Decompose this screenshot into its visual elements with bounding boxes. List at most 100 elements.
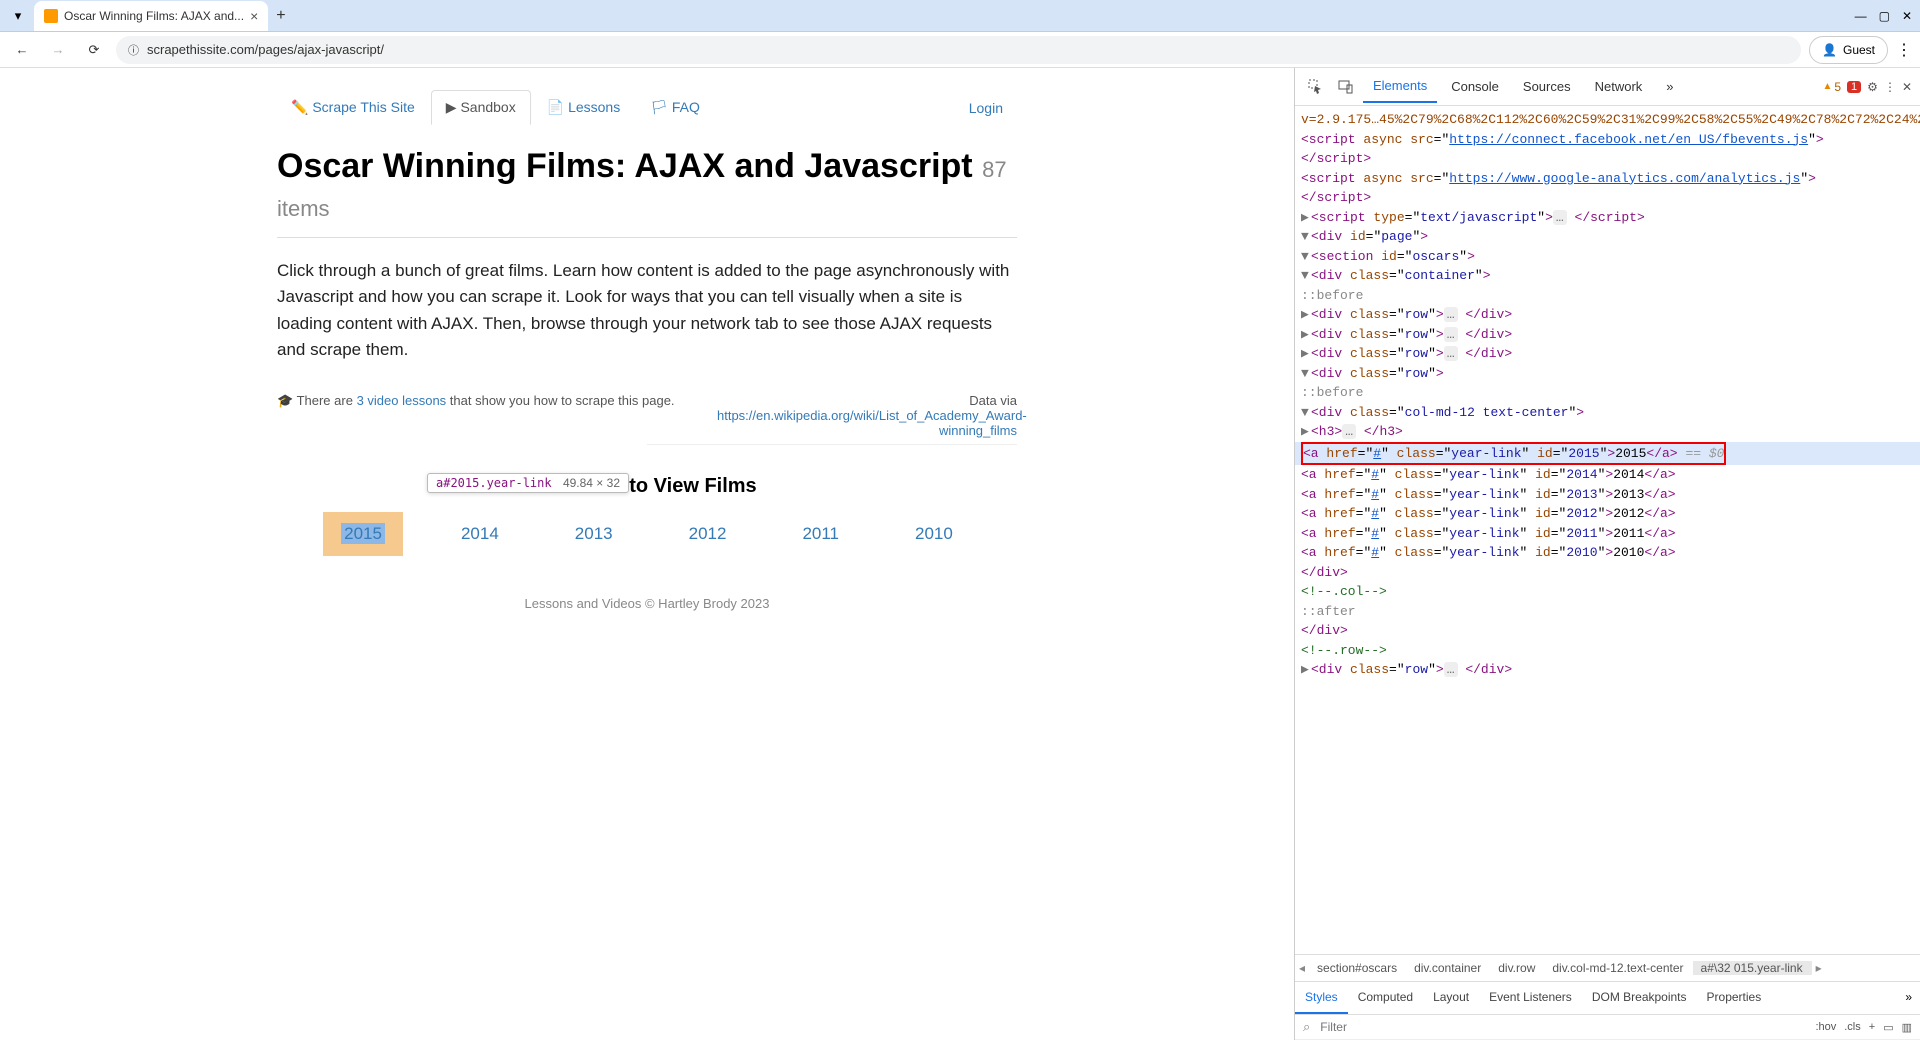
dom-line[interactable]: ▼<div class="container">	[1295, 266, 1920, 286]
styles-tab-styles[interactable]: Styles	[1295, 982, 1348, 1014]
dom-line[interactable]: <a href="#" class="year-link" id="2013">…	[1295, 485, 1920, 505]
styles-tab-event-listeners[interactable]: Event Listeners	[1479, 982, 1582, 1014]
dom-line[interactable]: <a href="#" class="year-link" id="2011">…	[1295, 524, 1920, 544]
new-tab-icon[interactable]: +	[276, 7, 285, 25]
computed-styles-icon[interactable]: ▭	[1883, 1021, 1893, 1034]
dom-line[interactable]: <a href="#" class="year-link" id="2014">…	[1295, 465, 1920, 485]
devtools-tab-console[interactable]: Console	[1441, 71, 1509, 102]
breadcrumb-item[interactable]: a#\32 015.year-link	[1693, 961, 1812, 975]
dom-line[interactable]: <!--.row-->	[1295, 641, 1920, 661]
year-2012[interactable]: 2012	[671, 512, 745, 556]
devtools-tabs: Elements Console Sources Network » 5 1 ⚙…	[1295, 68, 1920, 106]
year-2010[interactable]: 2010	[897, 512, 971, 556]
nav-login[interactable]: Login	[955, 92, 1017, 124]
dom-line[interactable]: <script async src="https://connect.faceb…	[1295, 130, 1920, 150]
warnings-badge[interactable]: 5	[1822, 80, 1841, 94]
dom-line[interactable]: </div>	[1295, 621, 1920, 641]
browser-menu-icon[interactable]: ⋮	[1896, 40, 1912, 60]
styles-panel-icon[interactable]: ▥	[1902, 1021, 1912, 1034]
video-lessons-link[interactable]: 3 video lessons	[357, 393, 447, 408]
nav-home[interactable]: ✏️ Scrape This Site	[277, 91, 429, 124]
year-2013[interactable]: 2013	[557, 512, 631, 556]
dom-line[interactable]: </div>	[1295, 563, 1920, 583]
dom-line[interactable]: ▼<div class="col-md-12 text-center">	[1295, 403, 1920, 423]
dom-line[interactable]: </script>	[1295, 188, 1920, 208]
dom-line[interactable]: <a href="#" class="year-link" id="2012">…	[1295, 504, 1920, 524]
devtools-panel: Elements Console Sources Network » 5 1 ⚙…	[1294, 68, 1920, 1040]
close-icon[interactable]: ×	[250, 8, 258, 24]
forward-icon: →	[44, 36, 72, 64]
site-info-icon[interactable]: ⓘ	[128, 42, 139, 58]
dom-line[interactable]: ▶<div class="row">… </div>	[1295, 305, 1920, 325]
dom-line[interactable]: ::after	[1295, 602, 1920, 622]
settings-icon[interactable]: ⚙	[1867, 80, 1878, 94]
breadcrumb-item[interactable]: div.container	[1406, 961, 1490, 975]
dom-line[interactable]: v=2.9.175…45%2C79%2C68%2C112%2C60%2C59%2…	[1295, 110, 1920, 130]
devtools-close-icon[interactable]: ✕	[1902, 80, 1912, 94]
year-2011[interactable]: 2011	[784, 512, 857, 556]
styles-filter-input[interactable]	[1320, 1020, 1805, 1034]
styles-tab-properties[interactable]: Properties	[1697, 982, 1772, 1014]
year-2014[interactable]: 2014	[443, 512, 517, 556]
dom-line[interactable]: ▼<div id="page">	[1295, 227, 1920, 247]
breadcrumb-right-icon[interactable]: ▸	[1812, 961, 1826, 975]
dom-line[interactable]: ▶<h3>… </h3>	[1295, 422, 1920, 442]
dom-tree[interactable]: v=2.9.175…45%2C79%2C68%2C112%2C60%2C59%2…	[1295, 106, 1920, 954]
nav-sandbox[interactable]: ▶ Sandbox	[431, 90, 531, 125]
url-input[interactable]: ⓘ scrapethissite.com/pages/ajax-javascri…	[116, 36, 1801, 64]
dom-line[interactable]: ::before	[1295, 286, 1920, 306]
styles-tab-more-icon[interactable]: »	[1897, 982, 1920, 1014]
tooltip-selector: a#2015.year-link	[436, 476, 552, 490]
breadcrumb-item[interactable]: div.row	[1490, 961, 1544, 975]
devtools-menu-icon[interactable]: ⋮	[1884, 80, 1896, 94]
filter-icon: ⌕	[1303, 1019, 1310, 1035]
devtools-tab-more-icon[interactable]: »	[1656, 71, 1683, 102]
dom-line[interactable]: ▶<div class="row">… </div>	[1295, 660, 1920, 680]
dom-line[interactable]: ▼<div class="row">	[1295, 364, 1920, 384]
minimize-icon[interactable]: —	[1855, 9, 1867, 23]
browser-tab-strip: ▾ Oscar Winning Films: AJAX and... × + —…	[0, 0, 1920, 32]
styles-tab-layout[interactable]: Layout	[1423, 982, 1479, 1014]
devtools-tab-elements[interactable]: Elements	[1363, 70, 1437, 103]
breadcrumb-item[interactable]: div.col-md-12.text-center	[1544, 961, 1692, 975]
nav-lessons[interactable]: 📄 Lessons	[533, 91, 634, 124]
guest-profile-button[interactable]: 👤 Guest	[1809, 36, 1888, 64]
back-icon[interactable]: ←	[8, 36, 36, 64]
dom-line[interactable]: ⋯<a href="#" class="year-link" id="2015"…	[1295, 442, 1920, 466]
nav-faq[interactable]: 🏳 FAQ	[636, 91, 714, 124]
dom-line[interactable]: <a href="#" class="year-link" id="2010">…	[1295, 543, 1920, 563]
styles-tab-computed[interactable]: Computed	[1348, 982, 1423, 1014]
breadcrumb-left-icon[interactable]: ◂	[1295, 961, 1309, 975]
devtools-tab-sources[interactable]: Sources	[1513, 71, 1581, 102]
favicon-icon	[44, 9, 58, 23]
hov-toggle[interactable]: :hov	[1815, 1021, 1836, 1034]
year-links: 2015 2014 2013 2012 2011 2010	[277, 512, 1017, 556]
address-bar: ← → ⟳ ⓘ scrapethissite.com/pages/ajax-ja…	[0, 32, 1920, 68]
reload-icon[interactable]: ⟳	[80, 36, 108, 64]
wikipedia-link[interactable]: https://en.wikipedia.org/wiki/List_of_Ac…	[717, 408, 1027, 438]
dom-line[interactable]: </script>	[1295, 149, 1920, 169]
breadcrumb-item[interactable]: section#oscars	[1309, 961, 1406, 975]
new-rule-icon[interactable]: +	[1869, 1021, 1875, 1034]
dom-line[interactable]: ▼<section id="oscars">	[1295, 247, 1920, 267]
dom-line[interactable]: ::before	[1295, 383, 1920, 403]
dom-line[interactable]: ▶<div class="row">… </div>	[1295, 344, 1920, 364]
divider	[277, 237, 1017, 238]
cls-toggle[interactable]: .cls	[1844, 1021, 1861, 1034]
dom-line[interactable]: ▶<div class="row">… </div>	[1295, 325, 1920, 345]
styles-tab-dom-breakpoints[interactable]: DOM Breakpoints	[1582, 982, 1697, 1014]
lessons-info: 🎓 There are 3 video lessons that show yo…	[277, 393, 675, 438]
dom-line[interactable]: ▶<script type="text/javascript">… </scri…	[1295, 208, 1920, 228]
dom-line[interactable]: <!--.col-->	[1295, 582, 1920, 602]
inspect-element-icon[interactable]	[1303, 74, 1329, 100]
year-2015[interactable]: 2015	[323, 512, 403, 556]
site-nav: ✏️ Scrape This Site ▶ Sandbox 📄 Lessons …	[277, 78, 1017, 137]
dom-line[interactable]: <script async src="https://www.google-an…	[1295, 169, 1920, 189]
errors-badge[interactable]: 1	[1847, 81, 1861, 93]
tabs-dropdown-icon[interactable]: ▾	[8, 6, 28, 26]
maximize-icon[interactable]: ▢	[1879, 9, 1890, 23]
device-toggle-icon[interactable]	[1333, 74, 1359, 100]
close-window-icon[interactable]: ✕	[1902, 9, 1912, 23]
devtools-tab-network[interactable]: Network	[1585, 71, 1653, 102]
browser-tab[interactable]: Oscar Winning Films: AJAX and... ×	[34, 1, 268, 31]
